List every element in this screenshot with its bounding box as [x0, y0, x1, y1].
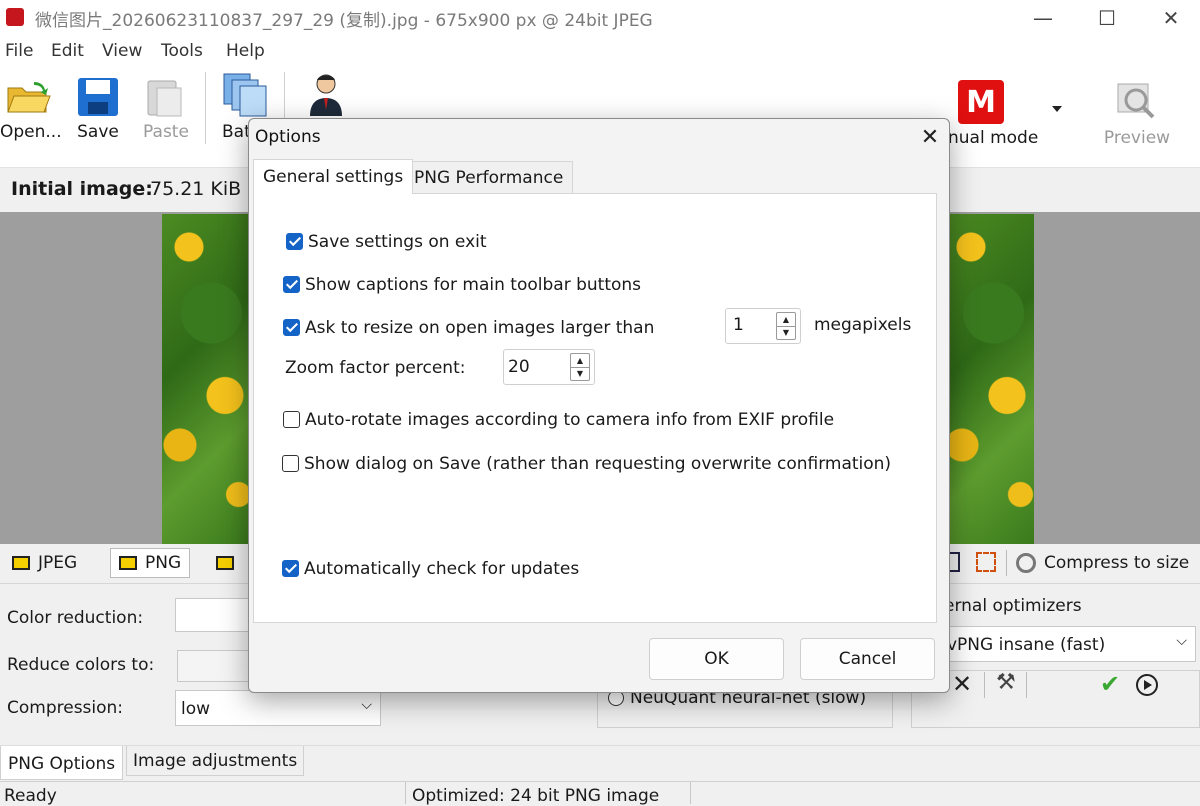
- tab-general-settings[interactable]: General settings: [253, 159, 414, 194]
- minimize-button[interactable]: —: [1014, 0, 1072, 36]
- zoom-factor-label: Zoom factor percent:: [285, 358, 466, 378]
- ok-button[interactable]: OK: [649, 638, 784, 680]
- jpeg-icon: [12, 556, 30, 570]
- auto-check-updates-label: Automatically check for updates: [304, 559, 580, 579]
- show-captions-label: Show captions for main toolbar buttons: [305, 275, 642, 295]
- compress-to-size-label: Compress to size: [1044, 553, 1190, 573]
- tab-jpeg-label: JPEG: [38, 553, 78, 573]
- optimizer-value: vPNG insane (fast): [947, 635, 1106, 655]
- show-dialog-on-save-label: Show dialog on Save (rather than request…: [304, 454, 892, 474]
- compression-value: low: [181, 699, 211, 719]
- open-folder-icon[interactable]: [6, 78, 52, 116]
- paste-button: Paste: [143, 122, 189, 142]
- optimized-image: [944, 214, 1034, 544]
- compress-to-size-button[interactable]: Compress to size: [1016, 548, 1189, 578]
- stepper-down-icon[interactable]: ▼: [571, 368, 589, 381]
- color-reduction-label: Color reduction:: [7, 608, 144, 628]
- external-optimizers-label: ernal optimizers: [944, 596, 1082, 616]
- color-reduction-select[interactable]: [175, 598, 255, 632]
- ask-resize-checkbox[interactable]: [283, 319, 300, 336]
- ask-resize-label: Ask to resize on open images larger than: [305, 318, 655, 338]
- png-icon: [119, 556, 137, 570]
- menu-tools[interactable]: Tools: [161, 41, 203, 61]
- maximize-button[interactable]: ☐: [1078, 0, 1136, 36]
- save-on-exit-label: Save settings on exit: [308, 232, 487, 252]
- options-dialog: Options ✕ General settings PNG Performan…: [248, 118, 950, 693]
- compression-select[interactable]: low ⌵: [175, 690, 381, 726]
- chevron-down-icon[interactable]: [1052, 106, 1062, 112]
- status-left: Ready: [4, 786, 57, 806]
- auto-check-updates-checkbox[interactable]: [282, 560, 299, 577]
- menu-file[interactable]: File: [5, 41, 33, 61]
- original-image: [162, 214, 252, 544]
- save-icon[interactable]: [76, 76, 120, 118]
- gif-icon: [216, 556, 234, 570]
- status-divider: [690, 782, 691, 804]
- remove-icon[interactable]: ✕: [952, 670, 972, 698]
- reduce-colors-field[interactable]: [177, 650, 257, 682]
- chevron-down-icon: ⌵: [361, 697, 372, 713]
- close-window-button[interactable]: ✕: [1142, 0, 1200, 36]
- zoom-factor-stepper[interactable]: 20 ▲ ▼: [503, 349, 595, 385]
- gear-icon: [1016, 553, 1036, 573]
- zoom-factor-value: 20: [508, 357, 530, 377]
- tab-gif[interactable]: [216, 548, 234, 578]
- megapixels-label: megapixels: [814, 315, 912, 335]
- menu-help[interactable]: Help: [226, 41, 265, 61]
- initial-image-size: 75.21 KiB: [150, 178, 242, 200]
- separator: [1006, 550, 1007, 576]
- tab-png-options[interactable]: PNG Options: [0, 746, 124, 780]
- separator: [984, 672, 985, 698]
- tab-png-performance[interactable]: PNG Performance: [404, 161, 574, 193]
- checkmark-icon[interactable]: ✔: [1100, 670, 1120, 698]
- megapixels-stepper[interactable]: 1 ▲ ▼: [725, 308, 801, 344]
- status-divider: [405, 782, 406, 804]
- tab-png[interactable]: PNG: [110, 548, 191, 578]
- initial-image-label: Initial image:: [11, 178, 153, 200]
- tab-jpeg[interactable]: JPEG: [12, 548, 77, 578]
- show-captions-checkbox[interactable]: [283, 276, 300, 293]
- tools-icon[interactable]: ⚒: [996, 670, 1016, 695]
- stepper-up-icon[interactable]: ▲: [777, 313, 795, 327]
- manual-mode-button[interactable]: nual mode: [948, 128, 1040, 148]
- status-middle: Optimized: 24 bit PNG image: [412, 786, 660, 806]
- window-title: 微信图片_20260623110837_297_29 (复制).jpg - 67…: [35, 11, 653, 31]
- stepper-down-icon[interactable]: ▼: [777, 327, 795, 340]
- save-on-exit-checkbox[interactable]: [286, 233, 303, 250]
- dialog-close-icon[interactable]: ✕: [913, 121, 947, 153]
- app-icon: [6, 8, 24, 26]
- save-button[interactable]: Save: [72, 122, 124, 142]
- megapixels-value: 1: [733, 315, 744, 335]
- play-icon[interactable]: [1136, 674, 1158, 696]
- tab-png-label: PNG: [145, 553, 182, 573]
- chevron-down-icon: ⌵: [1176, 633, 1187, 649]
- user-icon[interactable]: [306, 72, 346, 116]
- preview-icon: [1114, 80, 1160, 124]
- menu-edit[interactable]: Edit: [51, 41, 84, 61]
- toolbar-separator: [205, 72, 206, 144]
- optimizer-select[interactable]: vPNG insane (fast) ⌵: [944, 626, 1196, 662]
- menu-view[interactable]: View: [102, 41, 142, 61]
- open-button[interactable]: Open...: [0, 122, 62, 142]
- stepper-up-icon[interactable]: ▲: [571, 354, 589, 368]
- preview-button: Preview: [1103, 128, 1171, 148]
- compression-label: Compression:: [7, 698, 124, 718]
- show-dialog-on-save-checkbox[interactable]: [282, 455, 299, 472]
- auto-rotate-label: Auto-rotate images according to camera i…: [305, 410, 835, 430]
- separator: [1026, 672, 1027, 698]
- auto-rotate-checkbox[interactable]: [283, 411, 300, 428]
- tab-image-adjustments[interactable]: Image adjustments: [126, 746, 305, 776]
- dialog-title: Options: [255, 127, 321, 147]
- manual-mode-icon[interactable]: M: [958, 80, 1004, 124]
- resize-icon[interactable]: [976, 552, 996, 572]
- batch-icon[interactable]: [222, 72, 268, 118]
- cancel-button[interactable]: Cancel: [800, 638, 935, 680]
- reduce-colors-label: Reduce colors to:: [7, 655, 155, 675]
- paste-icon: [145, 76, 185, 118]
